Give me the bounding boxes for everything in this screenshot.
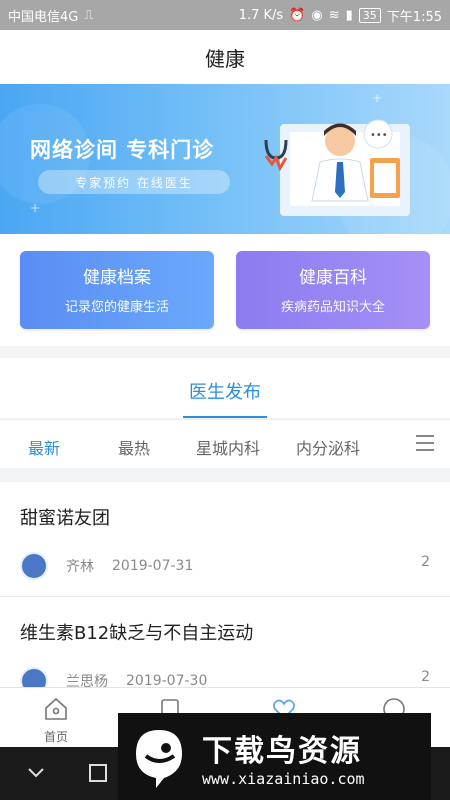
post-list: 甜蜜诺友团 齐林 2019-07-31 2 维生素B12缺乏与不自主运动 兰思杨… [0, 482, 450, 687]
watermark-brand: 下载鸟资源 [202, 733, 362, 769]
back-chevron-icon[interactable] [26, 763, 46, 783]
post-date: 2019-07-30 [126, 673, 208, 687]
status-bar: 中国电信4G ⎍ 1.7 K/s ⏰ ◉ ≋ ▮ 35 下午1:55 [0, 0, 450, 30]
post-title: 甜蜜诺友团 [20, 508, 110, 529]
health-encyclopedia-subtitle: 疾病药品知识大全 [280, 300, 385, 315]
signal-icon: ▮ [345, 7, 353, 23]
health-encyclopedia-card[interactable]: 健康百科 疾病药品知识大全 [236, 251, 430, 329]
post-author: 齐林 [66, 559, 94, 575]
feature-cards: 健康档案 记录您的健康生活 健康百科 疾病药品知识大全 [0, 234, 450, 346]
recent-apps-icon[interactable] [88, 763, 108, 783]
svg-text:+: + [30, 201, 40, 215]
post-meta: 齐林 2019-07-31 [20, 552, 193, 580]
home-icon [45, 697, 67, 720]
post-meta: 兰思杨 2019-07-30 [20, 667, 207, 687]
health-record-card[interactable]: 健康档案 记录您的健康生活 [20, 251, 214, 329]
post-count: 2 [421, 554, 430, 570]
page-title-text: 健康 [205, 46, 245, 71]
nav-home-label: 首页 [43, 730, 68, 744]
tab-latest[interactable]: 最新 [28, 435, 60, 459]
post-title: 维生素B12缺乏与不自主运动 [20, 623, 254, 644]
list-item[interactable]: 甜蜜诺友团 齐林 2019-07-31 2 [0, 482, 450, 597]
nav-home[interactable]: 首页 [16, 696, 96, 745]
post-author: 兰思杨 [66, 674, 108, 687]
post-date: 2019-07-31 [112, 558, 194, 574]
banner-headline: 网络诊间 专科门诊 [30, 138, 215, 162]
alarm-icon: ⏰ [289, 7, 306, 23]
svg-text:•••: ••• [370, 130, 388, 141]
tab-xingcheng-internal[interactable]: 星城内科 [196, 435, 260, 459]
avatar [20, 667, 48, 687]
watermark-url: www.xiazainiao.com [202, 769, 365, 788]
post-count: 2 [421, 669, 430, 685]
doctor-illustration: ••• [264, 119, 410, 216]
clock: 下午1:55 [386, 9, 442, 25]
avatar [20, 552, 48, 580]
health-record-title: 健康档案 [83, 268, 151, 288]
doctor-posts-title[interactable]: 医生发布 [0, 378, 450, 404]
tab-hottest[interactable]: 最热 [118, 435, 150, 459]
tab-endocrinology[interactable]: 内分泌科 [296, 435, 360, 459]
health-encyclopedia-title: 健康百科 [299, 268, 367, 288]
section-underline [183, 416, 267, 418]
tabs-menu-icon[interactable] [416, 435, 434, 451]
doctor-posts-header: 医生发布 [0, 358, 450, 418]
watermark: 下载鸟资源 www.xiazainiao.com [118, 713, 431, 800]
battery-indicator: 35 [358, 7, 381, 23]
network-speed: 1.7 K/s [238, 7, 284, 23]
page-title: 健康 [0, 30, 450, 84]
promo-banner[interactable]: + + 网络诊间 专科门诊 专家预约 在线医生 ••• [0, 84, 450, 234]
carrier-label: 中国电信4G [8, 9, 79, 25]
banner-subline: 专家预约 在线医生 [38, 170, 230, 194]
wifi-icon: ≋ [328, 7, 340, 23]
bird-logo-icon [136, 729, 182, 788]
usb-icon: ⎍ [84, 7, 94, 23]
eye-icon: ◉ [311, 7, 323, 23]
health-record-subtitle: 记录您的健康生活 [64, 300, 169, 315]
category-tabs: 最新 最热 星城内科 内分泌科 [0, 419, 450, 468]
list-item[interactable]: 维生素B12缺乏与不自主运动 兰思杨 2019-07-30 2 [0, 597, 450, 687]
